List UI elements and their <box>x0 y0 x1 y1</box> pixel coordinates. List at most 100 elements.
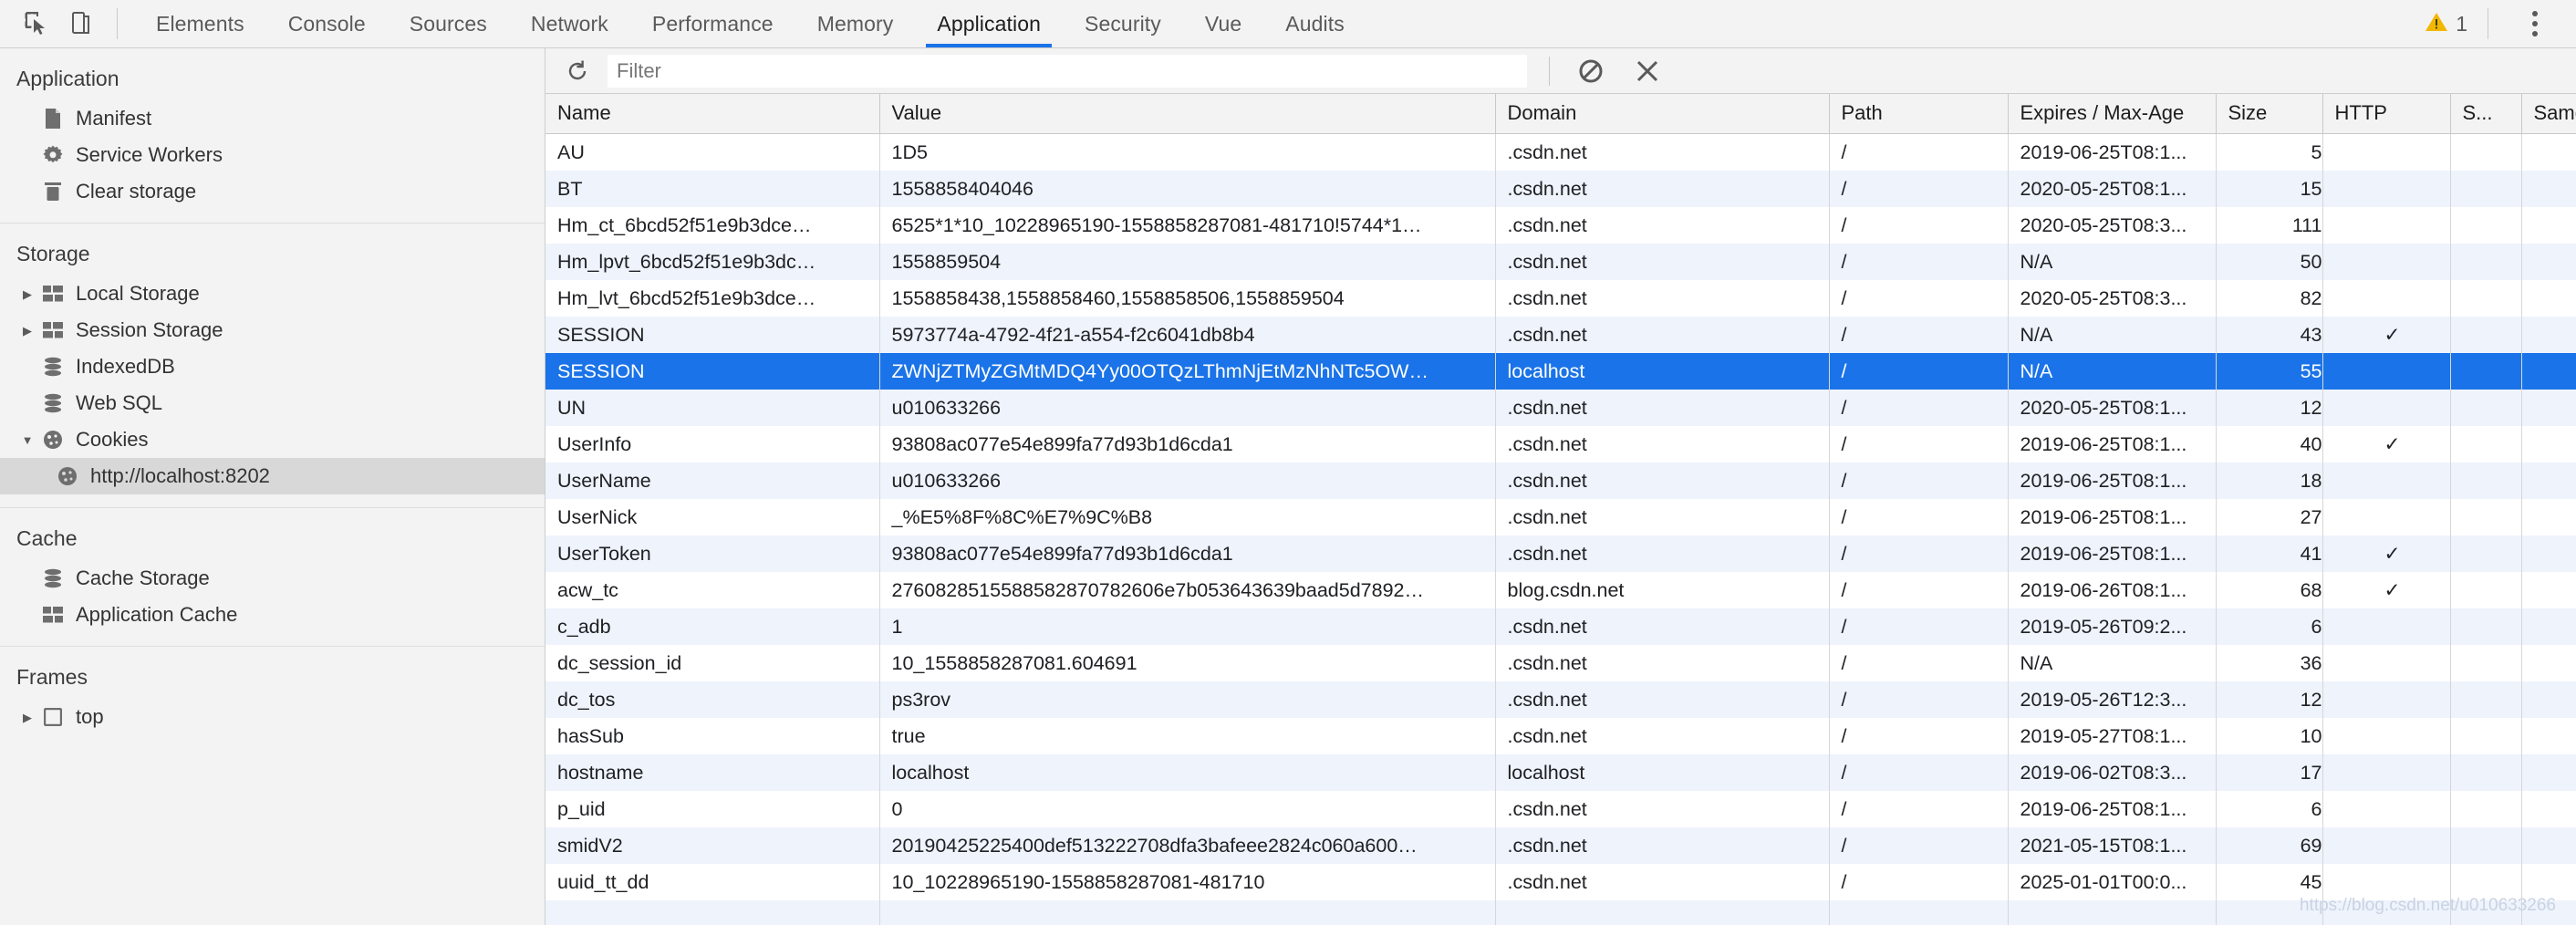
cell-http <box>2322 498 2451 535</box>
warning-indicator[interactable]: 1 <box>2417 11 2475 37</box>
column-header-domain[interactable]: Domain <box>1495 94 1830 134</box>
cell-value: ps3rov <box>879 681 1496 718</box>
devtools-window: Elements Console Sources Network Perform… <box>0 0 2576 925</box>
tab-label: Network <box>530 11 608 36</box>
block-clear-all-icon[interactable] <box>1570 50 1612 92</box>
table-row[interactable]: Hm_lpvt_6bcd52f51e9b3dc… 1558859504 .csdn.… <box>545 243 2576 280</box>
refresh-icon[interactable] <box>556 50 598 92</box>
inspect-element-icon[interactable] <box>15 3 57 45</box>
cell-expires: 2019-06-25T08:1... <box>2008 133 2217 171</box>
sidebar-item-indexeddb[interactable]: ▶ IndexedDB <box>0 348 545 385</box>
table-row[interactable]: UserName u010633266 .csdn.net/2019-06-25T0… <box>545 462 2576 499</box>
cookies-table-container[interactable]: Name Value Domain Path Expires / Max-Age… <box>545 94 2576 925</box>
tab-label: Vue <box>1204 11 1242 36</box>
cell-expires: 2020-05-25T08:3... <box>2008 206 2217 244</box>
table-row[interactable]: uuid_tt_dd 10_10228965190-1558858287081-4… <box>545 863 2576 900</box>
tab-memory[interactable]: Memory <box>795 0 916 47</box>
close-x-icon[interactable] <box>1626 50 1668 92</box>
table-row[interactable]: Hm_ct_6bcd52f51e9b3dce… 6525*1*10_1022896… <box>545 206 2576 244</box>
tab-security[interactable]: Security <box>1063 0 1183 47</box>
sidebar-item-web-sql[interactable]: ▶ Web SQL <box>0 385 545 421</box>
cell-samesite <box>2521 389 2576 426</box>
kebab-menu-icon[interactable] <box>2514 3 2556 45</box>
column-header-expires[interactable]: Expires / Max-Age <box>2008 94 2217 134</box>
column-header-value[interactable]: Value <box>879 94 1496 134</box>
column-header-size[interactable]: Size <box>2216 94 2323 134</box>
table-row[interactable]: BT 1558858404046 .csdn.net/2020-05-25T08:1… <box>545 170 2576 207</box>
column-header-http[interactable]: HTTP <box>2322 94 2451 134</box>
table-row[interactable]: c_adb 1 .csdn.net/2019-05-26T09:2... 6 <box>545 608 2576 645</box>
sidebar-item-clear-storage[interactable]: ▸ Clear storage <box>0 173 545 210</box>
table-row[interactable]: Hm_lvt_6bcd52f51e9b3dce… 1558858438,15588… <box>545 279 2576 317</box>
cell-path: / <box>1829 498 2009 535</box>
sidebar-item-application-cache[interactable]: ▶ Application Cache <box>0 597 545 633</box>
chevron-down-icon[interactable]: ▼ <box>16 434 38 446</box>
table-row[interactable]: hasSub true .csdn.net/2019-05-27T08:1... 10 <box>545 717 2576 754</box>
sidebar-item-frame-top[interactable]: ▶ top <box>0 699 545 735</box>
tab-label: Elements <box>156 11 244 36</box>
sidebar-item-service-workers[interactable]: ▸ Service Workers <box>0 137 545 173</box>
cell-http: ✓ <box>2322 535 2451 572</box>
sidebar-item-label: http://localhost:8202 <box>90 464 270 487</box>
sidebar-item-cookie-origin[interactable]: http://localhost:8202 <box>0 458 545 494</box>
sidebar-item-local-storage[interactable]: ▶ Local Storage <box>0 275 545 312</box>
tab-elements[interactable]: Elements <box>134 0 266 47</box>
table-row[interactable]: hostname localhost localhost/2019-06-02T08… <box>545 754 2576 791</box>
cell-samesite <box>2521 754 2576 791</box>
sidebar-item-cookies[interactable]: ▼ Cookies <box>0 421 545 458</box>
sidebar-item-manifest[interactable]: ▸ Manifest <box>0 100 545 137</box>
column-header-path[interactable]: Path <box>1829 94 2009 134</box>
filler-cell <box>2322 899 2451 925</box>
tab-label: Console <box>287 11 366 36</box>
cell-expires: 2019-06-25T08:1... <box>2008 535 2217 572</box>
tab-sources[interactable]: Sources <box>388 0 509 47</box>
cell-secure <box>2450 170 2522 207</box>
table-row[interactable]: UN u010633266 .csdn.net/2020-05-25T08:1...… <box>545 389 2576 426</box>
cell-domain: .csdn.net <box>1495 170 1830 207</box>
cell-value: _%E5%8F%8C%E7%9C%B8 <box>879 498 1496 535</box>
cell-expires: 2019-06-02T08:3... <box>2008 754 2217 791</box>
table-row[interactable]: dc_session_id 10_1558858287081.604691 .csd… <box>545 644 2576 681</box>
table-row[interactable]: AU 1D5 .csdn.net/2019-06-25T08:1... 5 <box>545 133 2576 171</box>
chevron-right-icon[interactable]: ▶ <box>16 712 38 723</box>
cell-expires: 2019-05-26T12:3... <box>2008 681 2217 718</box>
table-row[interactable]: UserToken 93808ac077e54e899fa77d93b1d6cda… <box>545 535 2576 572</box>
device-toolbar-icon[interactable] <box>60 3 102 45</box>
tab-performance[interactable]: Performance <box>630 0 795 47</box>
cell-name: dc_tos <box>545 681 880 718</box>
chevron-right-icon[interactable]: ▶ <box>16 288 38 300</box>
filter-toolbar-divider <box>1549 56 1550 86</box>
cell-samesite <box>2521 498 2576 535</box>
table-row[interactable]: p_uid 0 .csdn.net/2019-06-25T08:1... 6 <box>545 790 2576 827</box>
tab-application[interactable]: Application <box>915 0 1063 47</box>
tab-label: Security <box>1085 11 1161 36</box>
sidebar-item-session-storage[interactable]: ▶ Session Storage <box>0 312 545 348</box>
tab-audits[interactable]: Audits <box>1263 0 1366 47</box>
cell-samesite <box>2521 863 2576 900</box>
table-row[interactable]: UserNick _%E5%8F%8C%E7%9C%B8 .csdn.net/201… <box>545 498 2576 535</box>
table-row[interactable]: acw_tc 2760828515588582870782606e7b053643… <box>545 571 2576 608</box>
search-input[interactable] <box>608 54 1527 88</box>
table-row[interactable]: smidV2 20190425225400def513222708dfa3bafe… <box>545 826 2576 864</box>
column-header-samesite[interactable]: SameS <box>2521 94 2576 134</box>
table-row[interactable]: SESSION ZWNjZTMyZGMtMDQ4Yy00OTQzLThmNjEtM… <box>545 352 2576 390</box>
tab-vue[interactable]: Vue <box>1183 0 1263 47</box>
sidebar-item-label: Local Storage <box>76 282 200 305</box>
chevron-right-icon[interactable]: ▶ <box>16 325 38 337</box>
cell-domain: .csdn.net <box>1495 133 1830 171</box>
table-row[interactable]: dc_tos ps3rov .csdn.net/2019-05-26T12:3...… <box>545 681 2576 718</box>
cell-name: hostname <box>545 754 880 791</box>
tab-label: Application <box>937 11 1041 36</box>
sidebar-item-label: Cache Storage <box>76 566 210 589</box>
table-row[interactable]: UserInfo 93808ac077e54e899fa77d93b1d6cda1… <box>545 425 2576 462</box>
column-header-secure[interactable]: S... <box>2450 94 2522 134</box>
tab-console[interactable]: Console <box>266 0 388 47</box>
column-header-name[interactable]: Name <box>545 94 880 134</box>
cell-size: 43 <box>2216 316 2323 353</box>
sidebar-item-cache-storage[interactable]: ▶ Cache Storage <box>0 560 545 597</box>
cell-value: 0 <box>879 790 1496 827</box>
filler-cell <box>2450 899 2522 925</box>
tab-network[interactable]: Network <box>509 0 630 47</box>
cell-value: 20190425225400def513222708dfa3bafeee2824… <box>879 826 1496 864</box>
table-row[interactable]: SESSION 5973774a-4792-4f21-a554-f2c6041db… <box>545 316 2576 353</box>
